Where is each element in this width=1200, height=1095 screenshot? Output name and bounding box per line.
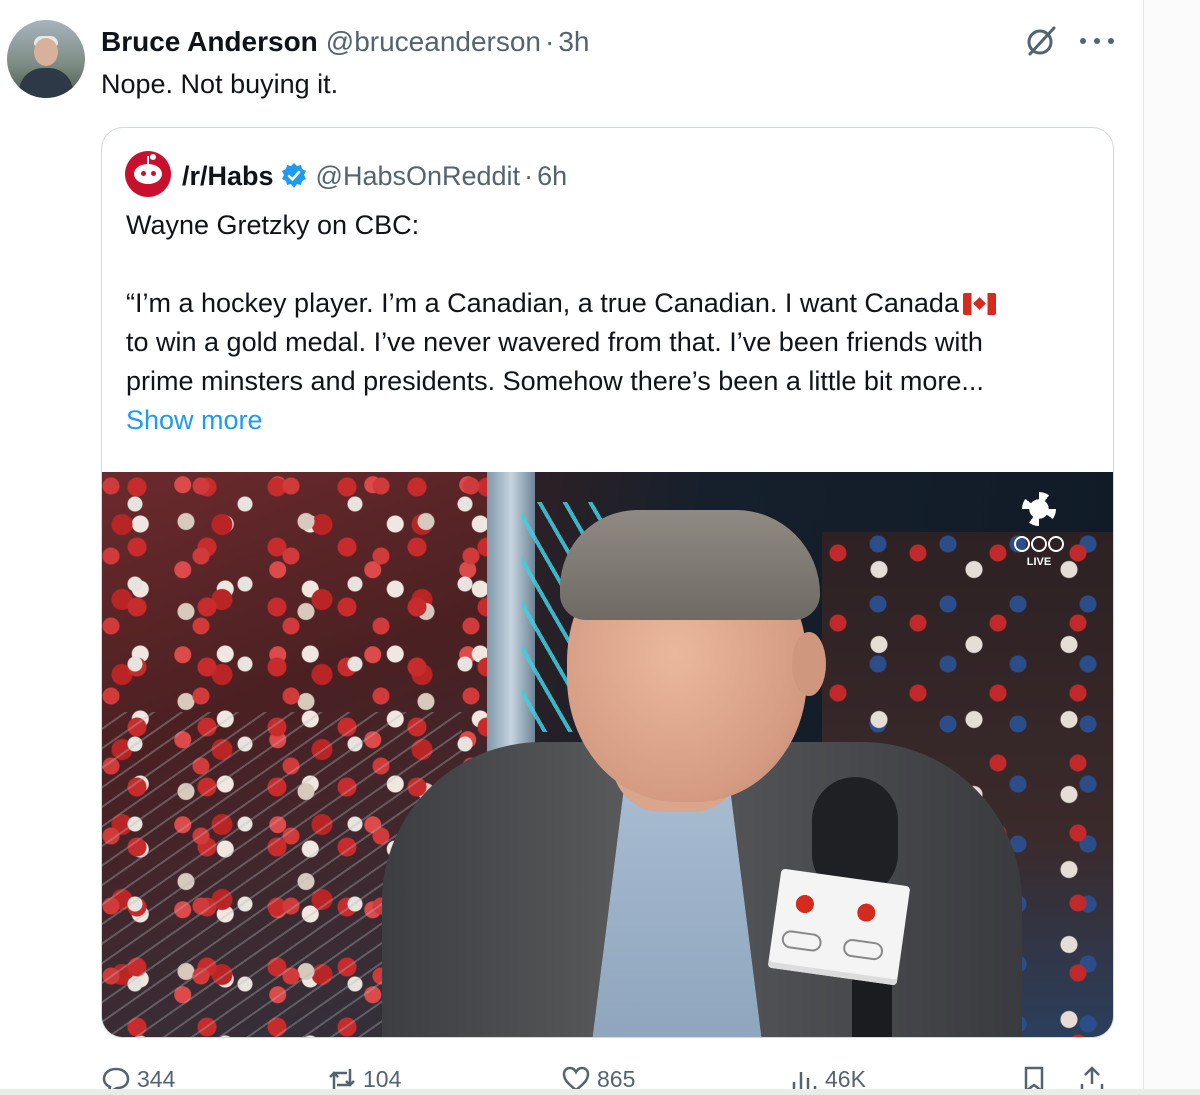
quoted-line-2: “I’m a hockey player. I’m a Canadian, a … xyxy=(126,288,959,318)
microphone xyxy=(767,777,911,1037)
grok-icon[interactable] xyxy=(1024,24,1058,58)
quoted-line-2-wrap: “I’m a hockey player. I’m a Canadian, a … xyxy=(126,284,1094,323)
separator: · xyxy=(524,160,534,191)
quoted-line-1: Wayne Gretzky on CBC: xyxy=(126,210,420,240)
verified-badge-icon xyxy=(280,162,308,190)
live-label: LIVE xyxy=(1026,556,1052,568)
canada-flag-emoji-icon xyxy=(962,293,996,315)
quoted-author-avatar[interactable] xyxy=(125,151,171,197)
quoted-tweet[interactable]: /r/Habs @HabsOnReddit · 6h Wayne Gretzky… xyxy=(101,127,1114,1038)
right-sidebar-edge xyxy=(1144,0,1200,1095)
separator: · xyxy=(545,26,555,57)
interviewee xyxy=(382,472,1022,1037)
quoted-time[interactable]: 6h xyxy=(537,161,567,192)
quoted-text: Wayne Gretzky on CBC: “I’m a hockey play… xyxy=(126,206,1094,440)
author-avatar[interactable] xyxy=(7,20,85,98)
tweet-text: Nope. Not buying it. xyxy=(101,69,339,99)
quoted-author-name[interactable]: /r/Habs xyxy=(182,161,274,192)
bottom-border xyxy=(0,1089,1200,1095)
quoted-line-4: prime minsters and presidents. Somehow t… xyxy=(126,366,984,396)
quoted-media-image[interactable]: LIVE xyxy=(102,472,1113,1037)
quoted-line-3: to win a gold medal. I’ve never wavered … xyxy=(126,327,983,357)
author-name[interactable]: Bruce Anderson xyxy=(101,26,318,58)
tweet-time[interactable]: 3h xyxy=(558,26,589,58)
show-more-link[interactable]: Show more xyxy=(126,405,263,435)
more-icon[interactable] xyxy=(1080,26,1114,56)
quoted-header: /r/Habs @HabsOnReddit · 6h xyxy=(182,156,567,196)
author-handle[interactable]: @bruceanderson xyxy=(326,26,541,58)
tweet-header: Bruce Anderson @bruceanderson · 3h xyxy=(101,22,590,62)
cbc-olympics-logo-icon: LIVE xyxy=(1014,492,1064,576)
quoted-author-handle[interactable]: @HabsOnReddit xyxy=(316,161,521,192)
